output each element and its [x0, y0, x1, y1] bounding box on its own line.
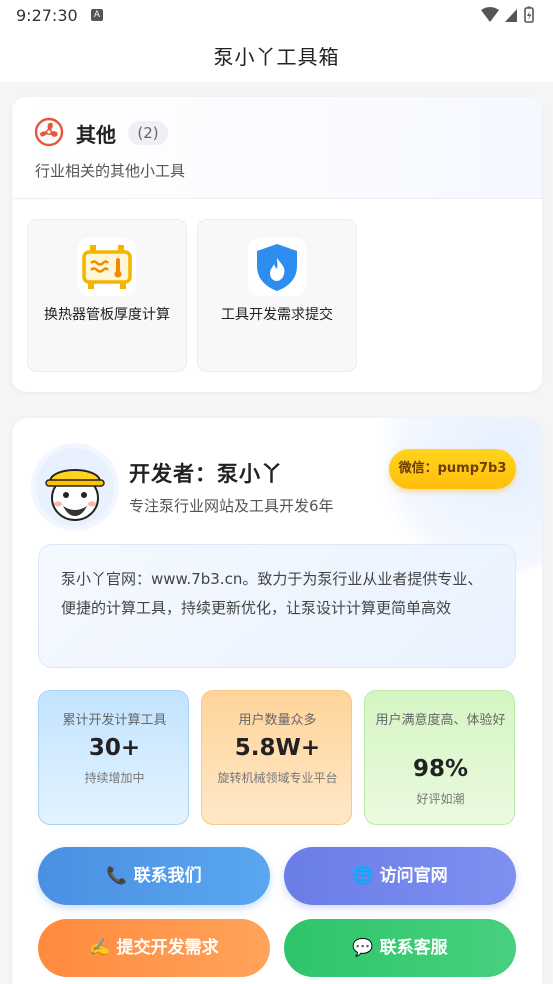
- intro-box: 泵小丫官网：www.7b3.cn。致力于为泵行业从业者提供专业、便捷的计算工具，…: [38, 544, 516, 668]
- chat-icon: 💬: [352, 938, 374, 958]
- other-tools-card: 其他 (2) 行业相关的其他小工具 换热器管板厚度计算 工具开发需求提交: [12, 97, 542, 392]
- developer-name: 开发者：泵小丫: [129, 462, 283, 486]
- system-status-icons: [481, 6, 534, 23]
- section-header: [12, 97, 542, 199]
- phone-icon: 📞: [106, 866, 128, 886]
- stat-label: 用户满意度高、体验好: [375, 713, 506, 728]
- stat-sub: 旋转机械领域专业平台: [217, 771, 338, 785]
- stat-value: 5.8W+: [234, 735, 321, 761]
- developer-card: 开发者：泵小丫 专注泵行业网站及工具开发6年 微信：pump7b3 泵小丫官网：…: [12, 418, 542, 984]
- stat-value: 30+: [88, 735, 141, 761]
- developer-subtitle: 专注泵行业网站及工具开发6年: [129, 497, 334, 515]
- button-label: 访问官网: [379, 866, 448, 886]
- stat-label: 累计开发计算工具: [62, 713, 167, 728]
- app-bar: 泵小丫工具箱: [0, 32, 553, 82]
- submit-request-button[interactable]: ✍️ 提交开发需求: [38, 919, 270, 977]
- stat-sub: 持续增加中: [84, 771, 145, 785]
- button-label: 联系客服: [379, 938, 448, 958]
- tool-heat-exchanger[interactable]: 换热器管板厚度计算: [27, 219, 187, 372]
- tool-count-badge: (2): [128, 121, 168, 145]
- tool-label: 工具开发需求提交: [221, 307, 333, 323]
- section-title: 其他: [76, 123, 116, 147]
- stat-card-satisfaction: 用户满意度高、体验好 98% 好评如潮: [364, 690, 515, 825]
- customer-service-button[interactable]: 💬 联系客服: [284, 919, 516, 977]
- stat-card-tools: 累计开发计算工具 30+ 持续增加中: [38, 690, 189, 825]
- stat-card-users: 用户数量众多 5.8W+ 旋转机械领域专业平台: [201, 690, 352, 825]
- fan-icon: [34, 117, 64, 147]
- avatar: [36, 448, 114, 526]
- stat-value: 98%: [412, 756, 469, 782]
- section-description: 行业相关的其他小工具: [35, 162, 186, 180]
- heat-exchanger-icon: [78, 238, 136, 296]
- tool-dev-request[interactable]: 工具开发需求提交: [197, 219, 357, 372]
- status-time: 9:27:30: [16, 6, 78, 25]
- intro-text: 泵小丫官网：www.7b3.cn。致力于为泵行业从业者提供专业、便捷的计算工具，…: [61, 570, 483, 617]
- button-label: 提交开发需求: [116, 938, 219, 958]
- stat-label: 用户数量众多: [238, 713, 317, 728]
- status-bar: 9:27:30 A: [0, 0, 553, 32]
- stat-sub: 好评如潮: [416, 792, 465, 806]
- globe-icon: 🌐: [352, 866, 374, 886]
- fire-shield-icon: [248, 238, 306, 296]
- visit-website-button[interactable]: 🌐 访问官网: [284, 847, 516, 905]
- notification-a-icon: A: [91, 9, 103, 21]
- tool-label: 换热器管板厚度计算: [44, 307, 170, 323]
- pencil-icon: ✍️: [89, 938, 111, 958]
- wechat-badge[interactable]: 微信：pump7b3: [389, 449, 516, 489]
- contact-us-button[interactable]: 📞 联系我们: [38, 847, 270, 905]
- button-label: 联系我们: [133, 866, 202, 886]
- page-title: 泵小丫工具箱: [213, 45, 340, 69]
